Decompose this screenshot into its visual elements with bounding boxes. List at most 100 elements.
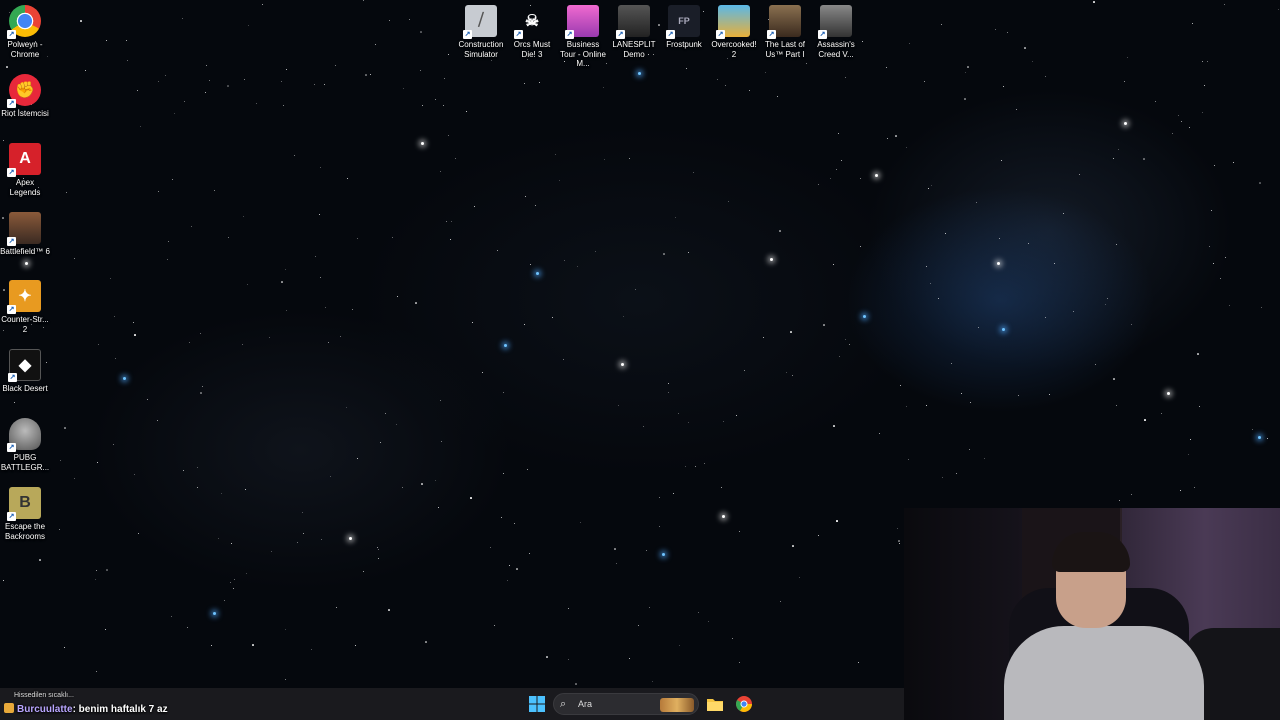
star — [568, 659, 569, 660]
bright-star — [123, 377, 126, 380]
star — [1107, 298, 1108, 299]
star — [421, 483, 423, 485]
desktop-icon-last-of-us[interactable]: ↗ The Last of Us™ Part I — [760, 5, 810, 59]
star — [898, 540, 900, 542]
star — [1259, 182, 1261, 184]
star — [906, 147, 907, 148]
star — [303, 533, 304, 534]
star — [157, 420, 158, 421]
star — [1155, 101, 1156, 102]
star — [184, 101, 185, 102]
star — [444, 78, 445, 79]
star — [105, 629, 106, 630]
star — [448, 135, 449, 136]
star — [603, 87, 604, 88]
icon-label: Business Tour - Online M... — [560, 40, 606, 68]
star — [1018, 395, 1019, 396]
star — [575, 683, 577, 685]
star — [1224, 4, 1225, 5]
star — [494, 625, 495, 626]
star — [942, 477, 943, 478]
star — [792, 545, 794, 547]
chrome-taskbar-icon[interactable] — [733, 692, 755, 716]
icon-label: Overcooked! 2 — [711, 40, 757, 59]
desktop-icon-business-tour[interactable]: ↗ Business Tour - Online M... — [558, 5, 608, 69]
star — [211, 645, 212, 646]
escape-backrooms-icon: B ↗ — [7, 487, 41, 521]
star — [440, 400, 441, 401]
star — [841, 160, 842, 161]
desktop-icon-pubg[interactable]: ↗ PUBG BATTLEGR... — [0, 418, 50, 472]
star — [158, 81, 159, 82]
star — [1124, 81, 1125, 82]
star — [725, 85, 726, 86]
file-explorer-icon[interactable] — [704, 692, 726, 716]
star — [559, 180, 560, 181]
desktop-icon-overcooked[interactable]: ↗ Overcooked! 2 — [709, 5, 759, 59]
star — [209, 80, 210, 81]
star — [482, 372, 483, 373]
star — [964, 98, 966, 100]
desktop-icon-black-desert[interactable]: ◆ ↗ Black Desert — [0, 349, 50, 394]
star — [1207, 61, 1208, 62]
star — [984, 458, 985, 459]
desktop-icon-counter-strike[interactable]: ✦ ↗ Counter-Str... 2 — [0, 280, 50, 334]
star — [440, 171, 441, 172]
icon-label: The Last of Us™ Part I — [764, 40, 806, 59]
star — [749, 90, 750, 91]
star — [409, 19, 410, 20]
star — [113, 444, 114, 445]
bright-star — [662, 553, 665, 556]
star — [860, 246, 861, 247]
desktop-icon-frostpunk[interactable]: FP ↗ Frostpunk — [659, 5, 709, 50]
star — [450, 239, 451, 240]
star — [172, 179, 173, 180]
star — [230, 582, 231, 583]
star — [218, 538, 219, 539]
star — [685, 466, 686, 467]
star — [167, 259, 168, 260]
star — [1278, 9, 1279, 10]
apex-legends-icon: A ↗ — [7, 143, 41, 177]
star — [262, 4, 263, 5]
star — [106, 40, 107, 41]
star — [503, 473, 504, 474]
icon-label: Assassin's Creed V... — [817, 40, 855, 59]
desktop-icon-polweyn-chrome[interactable]: ↗ Polweyn - Chrome — [0, 5, 50, 59]
star — [285, 269, 286, 270]
desktop-icon-apex-legends[interactable]: A ↗ Apex Legends — [0, 143, 50, 197]
desktop-icon-battlefield[interactable]: ↗ Battlefield™ 6 — [0, 212, 50, 257]
star — [1045, 76, 1046, 77]
star — [1229, 305, 1230, 306]
star — [285, 679, 286, 680]
desktop-icon-assassins-creed[interactable]: ↗ Assassin's Creed V... — [811, 5, 861, 59]
desktop-icon-orcs-must-die[interactable]: ☠ ↗ Orcs Must Die! 3 — [507, 5, 557, 59]
star — [114, 316, 115, 317]
star — [197, 467, 198, 468]
star — [183, 470, 184, 471]
desktop-icon-lanesplit[interactable]: ↗ LANESPLIT Demo — [609, 5, 659, 59]
star — [524, 83, 525, 84]
star — [887, 138, 888, 139]
star — [321, 539, 322, 540]
desktop-icon-construction-simulator[interactable]: ⧸ ↗ Construction Simulator — [456, 5, 506, 59]
desktop-icon-escape-backrooms[interactable]: B ↗ Escape the Backrooms — [0, 487, 50, 541]
star — [629, 658, 630, 659]
star — [205, 92, 206, 93]
star — [1003, 86, 1004, 87]
star — [330, 476, 331, 477]
star — [127, 60, 128, 61]
icon-label: Frostpunk — [666, 40, 702, 49]
desktop-icon-riot-client[interactable]: ✊ ↗ Riot İstemcisi — [0, 74, 50, 119]
stream-chat-overlay: Hissedilen sıcaklı... Burcuulatte: benim… — [4, 692, 264, 718]
star — [1143, 158, 1145, 160]
star — [281, 281, 283, 283]
taskbar-search-box[interactable]: ⌕ Ara — [553, 693, 699, 715]
windows-start-icon[interactable] — [526, 692, 548, 716]
counter-strike-icon: ✦ ↗ — [7, 280, 41, 314]
star — [271, 551, 272, 552]
star — [1105, 304, 1106, 305]
star — [438, 507, 439, 508]
star — [530, 264, 531, 265]
weather-text: Hissedilen sıcaklı... — [14, 692, 74, 699]
